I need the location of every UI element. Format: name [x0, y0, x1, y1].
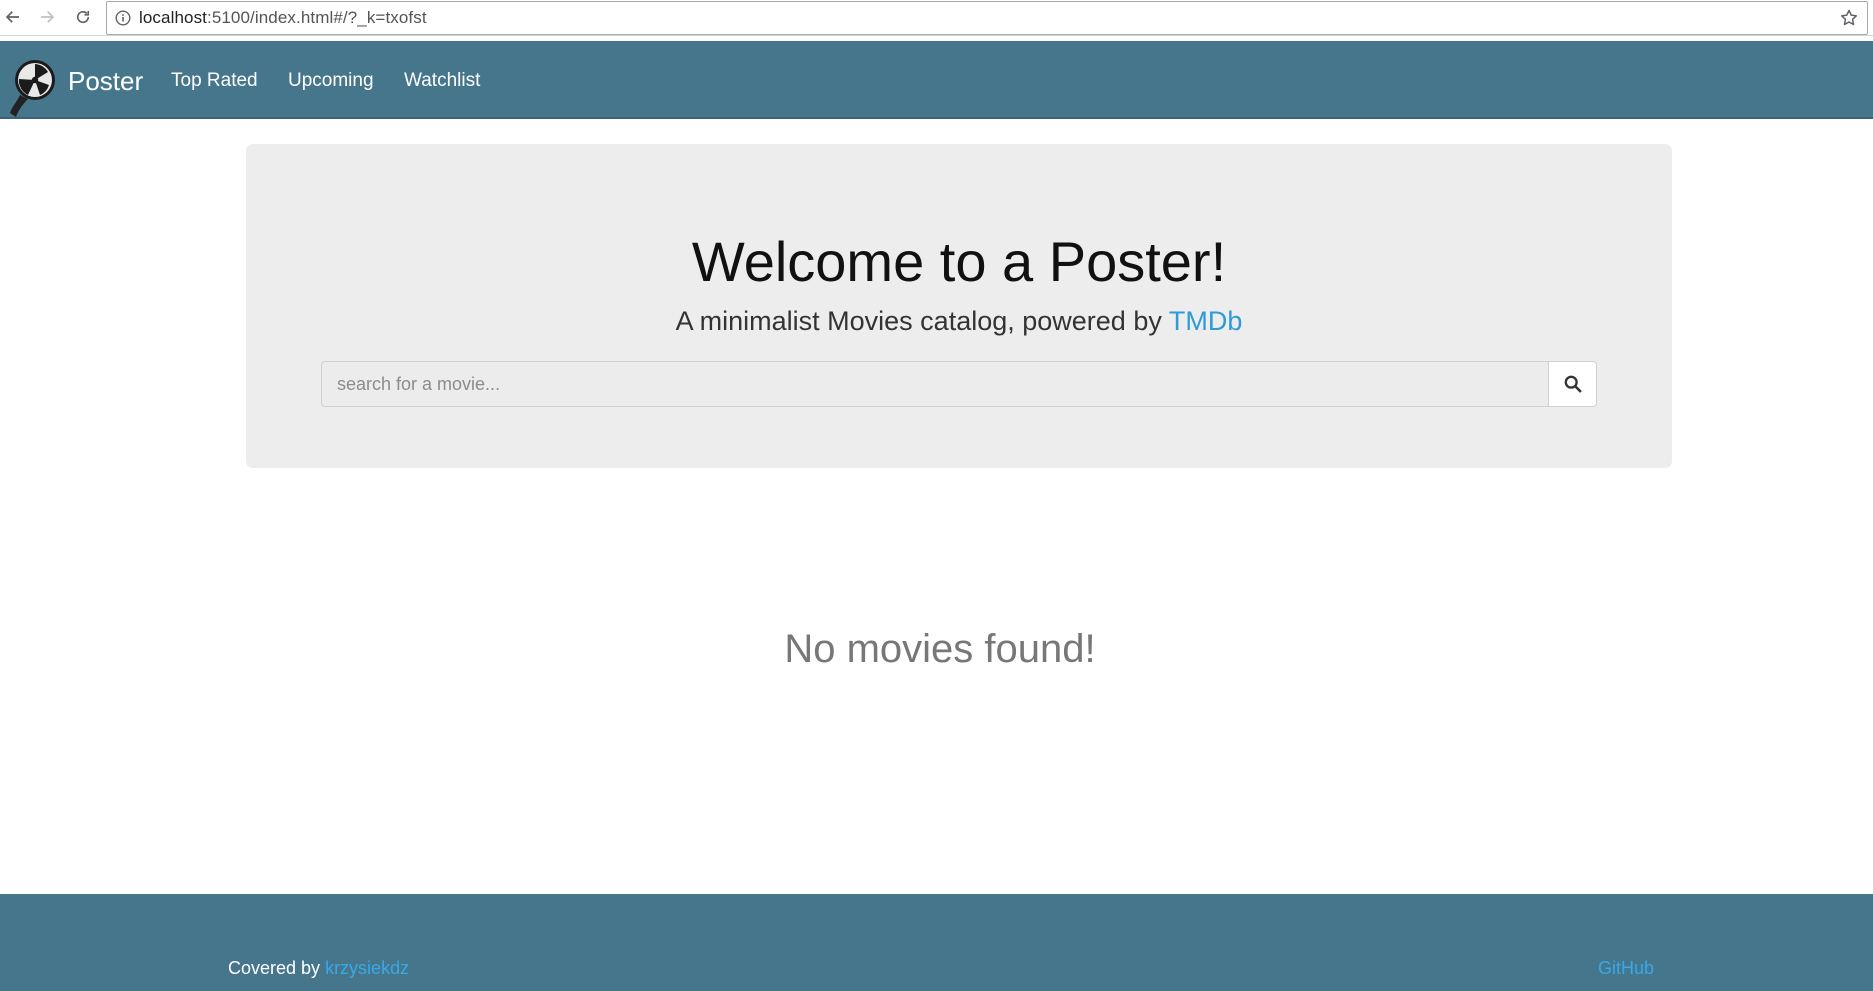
page-title: Welcome to a Poster! [691, 230, 1227, 293]
url-host: localhost [139, 8, 207, 27]
back-arrow-icon [5, 11, 19, 23]
footer-credit: Covered by krzysiekdz [228, 958, 409, 979]
footer: Covered by krzysiekdz GitHub [0, 894, 1873, 991]
brand-link[interactable]: Poster [68, 66, 143, 97]
search-icon [1564, 375, 1581, 393]
nav-link-upcoming[interactable]: Upcoming [288, 70, 374, 92]
subtitle-text: A minimalist Movies catalog, powered by [675, 306, 1169, 336]
nav-link-top-rated[interactable]: Top Rated [171, 70, 258, 92]
film-reel-logo[interactable] [8, 55, 58, 119]
forward-button[interactable] [36, 6, 58, 28]
empty-results-message: No movies found! [784, 627, 1096, 671]
browser-toolbar: localhost:5100/index.html#/?_k=txofst [0, 0, 1873, 36]
url-path: :5100/index.html#/?_k=txofst [207, 8, 427, 27]
star-icon[interactable] [1839, 8, 1859, 28]
github-link[interactable]: GitHub [1598, 958, 1654, 979]
reload-button[interactable] [72, 6, 94, 28]
address-url: localhost:5100/index.html#/?_k=txofst [139, 8, 427, 28]
reload-icon [76, 10, 90, 24]
forward-arrow-icon [41, 11, 55, 23]
back-button[interactable] [2, 6, 24, 28]
credit-text: Covered by [228, 958, 326, 978]
info-icon[interactable] [115, 10, 131, 26]
address-bar[interactable]: localhost:5100/index.html#/?_k=txofst [106, 1, 1868, 35]
nav-link-watchlist[interactable]: Watchlist [404, 70, 480, 92]
author-link[interactable]: krzysiekdz [325, 958, 409, 978]
tmdb-link[interactable]: TMDb [1169, 306, 1243, 336]
search-input[interactable] [321, 361, 1548, 407]
navbar: Poster Top Rated Upcoming Watchlist [0, 41, 1873, 119]
search-button[interactable] [1548, 361, 1597, 407]
hero-subtitle: A minimalist Movies catalog, powered by … [246, 306, 1672, 337]
hero-panel: Welcome to a Poster! A minimalist Movies… [246, 144, 1672, 468]
